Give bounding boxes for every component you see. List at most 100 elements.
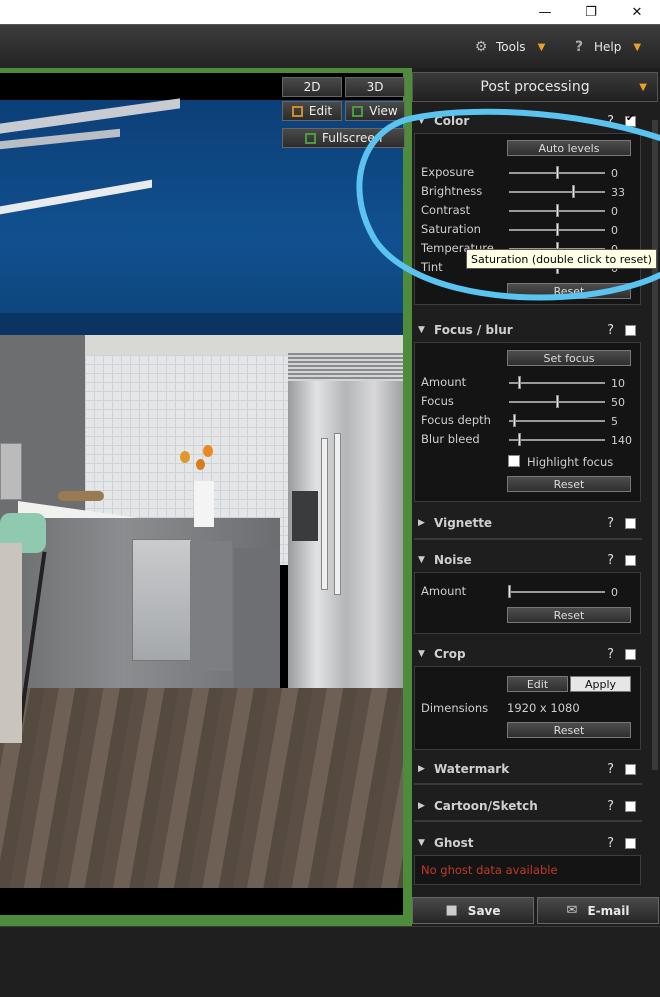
section-header-cartoon-sketch[interactable]: ▶ Cartoon/Sketch ? bbox=[414, 797, 642, 815]
dishwasher bbox=[132, 539, 192, 661]
water-dispenser bbox=[292, 491, 318, 541]
checkbox-icon bbox=[291, 105, 303, 117]
section-title: Watermark bbox=[434, 762, 510, 776]
slider-value: 140 bbox=[611, 433, 632, 447]
tools-menu[interactable]: ⚙ Tools ▼ bbox=[472, 34, 546, 60]
slider-value: 10 bbox=[611, 376, 625, 390]
enable-checkbox[interactable] bbox=[625, 837, 636, 849]
highlight-focus-label: Highlight focus bbox=[527, 455, 614, 469]
slider-thumb[interactable] bbox=[508, 585, 511, 598]
chevron-down-icon: ▼ bbox=[537, 41, 546, 53]
slider-value: 5 bbox=[611, 414, 618, 428]
help-icon[interactable]: ? bbox=[607, 323, 614, 338]
section-header-crop[interactable]: ▼ Crop ? bbox=[414, 645, 642, 663]
section-header-focus-blur[interactable]: ▼ Focus / blur ? bbox=[414, 321, 642, 339]
slider-label: Blur bleed bbox=[421, 432, 480, 446]
save-button[interactable]: ■ Save bbox=[412, 897, 534, 924]
crop-apply-button[interactable]: Apply bbox=[570, 676, 631, 692]
enable-checkbox[interactable] bbox=[625, 800, 636, 812]
enable-checkbox[interactable] bbox=[625, 763, 636, 775]
2d-button[interactable]: 2D bbox=[282, 77, 342, 97]
close-button[interactable]: ✕ bbox=[614, 0, 660, 24]
fridge-handle bbox=[321, 438, 328, 590]
section-header-noise[interactable]: ▼ Noise ? bbox=[414, 551, 642, 569]
chevron-down-icon: ▼ bbox=[633, 41, 642, 53]
help-icon[interactable]: ? bbox=[607, 799, 614, 814]
slider-track[interactable] bbox=[509, 395, 605, 408]
section-header-watermark[interactable]: ▶ Watermark ? bbox=[414, 760, 642, 778]
section-title: Cartoon/Sketch bbox=[434, 799, 538, 813]
3d-viewport[interactable] bbox=[0, 73, 403, 915]
checkbox-icon bbox=[305, 132, 316, 144]
highlight-focus-checkbox[interactable] bbox=[508, 455, 520, 467]
question-icon: ? bbox=[574, 39, 584, 55]
focus-reset-button[interactable]: Reset bbox=[507, 476, 631, 492]
section-title: Crop bbox=[434, 647, 466, 661]
expanded-arrow-icon: ▼ bbox=[418, 555, 425, 565]
save-label: Save bbox=[467, 903, 501, 918]
section-title: Ghost bbox=[434, 836, 474, 850]
fridge-handle bbox=[334, 433, 341, 595]
crop-edit-button[interactable]: Edit bbox=[507, 676, 568, 692]
crop-reset-button[interactable]: Reset bbox=[507, 722, 631, 738]
slider-label: Amount bbox=[421, 584, 467, 598]
slider-thumb[interactable] bbox=[556, 395, 559, 408]
microwave bbox=[0, 443, 22, 500]
section-header-vignette[interactable]: ▶ Vignette ? bbox=[414, 514, 642, 532]
help-icon[interactable]: ? bbox=[607, 762, 614, 777]
section-title: Focus / blur bbox=[434, 323, 513, 337]
flower bbox=[203, 445, 213, 457]
section-header-ghost[interactable]: ▼ Ghost ? bbox=[414, 834, 642, 852]
viewport-bottom-bar bbox=[0, 888, 403, 915]
collapsed-arrow-icon: ▶ bbox=[418, 518, 425, 528]
section-title: Vignette bbox=[434, 516, 493, 530]
minimize-button[interactable]: — bbox=[522, 0, 568, 24]
dimensions-label: Dimensions bbox=[421, 701, 489, 715]
tooltip: Saturation (double click to reset) bbox=[466, 249, 657, 269]
enable-checkbox[interactable] bbox=[625, 324, 636, 336]
help-icon[interactable]: ? bbox=[607, 647, 614, 662]
floppy-disk-icon: ■ bbox=[445, 903, 458, 918]
slider-thumb[interactable] bbox=[517, 376, 521, 389]
divider bbox=[414, 783, 642, 785]
slider-track[interactable] bbox=[509, 376, 605, 389]
panel-header-dropdown[interactable]: Post processing ▼ bbox=[412, 72, 658, 102]
slider-thumb[interactable] bbox=[517, 433, 521, 446]
edit-mode-button[interactable]: Edit bbox=[282, 101, 342, 121]
slider-track[interactable] bbox=[508, 585, 605, 598]
expanded-arrow-icon: ▼ bbox=[418, 325, 425, 335]
set-focus-button[interactable]: Set focus bbox=[507, 350, 631, 366]
noise-reset-button[interactable]: Reset bbox=[507, 607, 631, 623]
cabinet-door bbox=[234, 548, 280, 688]
slider-track[interactable] bbox=[509, 414, 605, 427]
slider-label: Focus depth bbox=[421, 413, 491, 427]
email-button[interactable]: ✉ E-mail bbox=[537, 897, 659, 924]
help-icon[interactable]: ? bbox=[607, 836, 614, 851]
email-label: E-mail bbox=[587, 903, 630, 918]
expanded-arrow-icon: ▼ bbox=[418, 649, 425, 659]
dimensions-value: 1920 x 1080 bbox=[507, 701, 580, 715]
enable-checkbox[interactable] bbox=[625, 554, 636, 566]
help-menu[interactable]: ? Help ▼ bbox=[570, 34, 641, 60]
help-icon[interactable]: ? bbox=[607, 553, 614, 568]
fridge-grille bbox=[288, 353, 403, 381]
bread-basket bbox=[58, 491, 104, 501]
slider-value: 0 bbox=[611, 585, 618, 599]
gears-icon: ⚙ bbox=[474, 39, 488, 55]
wood-floor bbox=[0, 688, 403, 888]
status-bar bbox=[0, 926, 660, 997]
enable-checkbox[interactable] bbox=[625, 517, 636, 529]
maximize-button[interactable]: ❐ bbox=[568, 0, 614, 24]
slider-thumb[interactable] bbox=[512, 414, 516, 427]
slider-track[interactable] bbox=[509, 433, 605, 446]
3d-button[interactable]: 3D bbox=[345, 77, 405, 97]
table-edge bbox=[0, 543, 22, 743]
help-menu-label: Help bbox=[594, 40, 622, 54]
chevron-down-icon: ▼ bbox=[639, 81, 647, 93]
ghost-message: No ghost data available bbox=[421, 863, 558, 877]
panel-title: Post processing bbox=[480, 79, 590, 95]
enable-checkbox[interactable] bbox=[625, 648, 636, 660]
divider bbox=[414, 538, 642, 540]
email-icon: ✉ bbox=[566, 903, 578, 918]
help-icon[interactable]: ? bbox=[607, 516, 614, 531]
